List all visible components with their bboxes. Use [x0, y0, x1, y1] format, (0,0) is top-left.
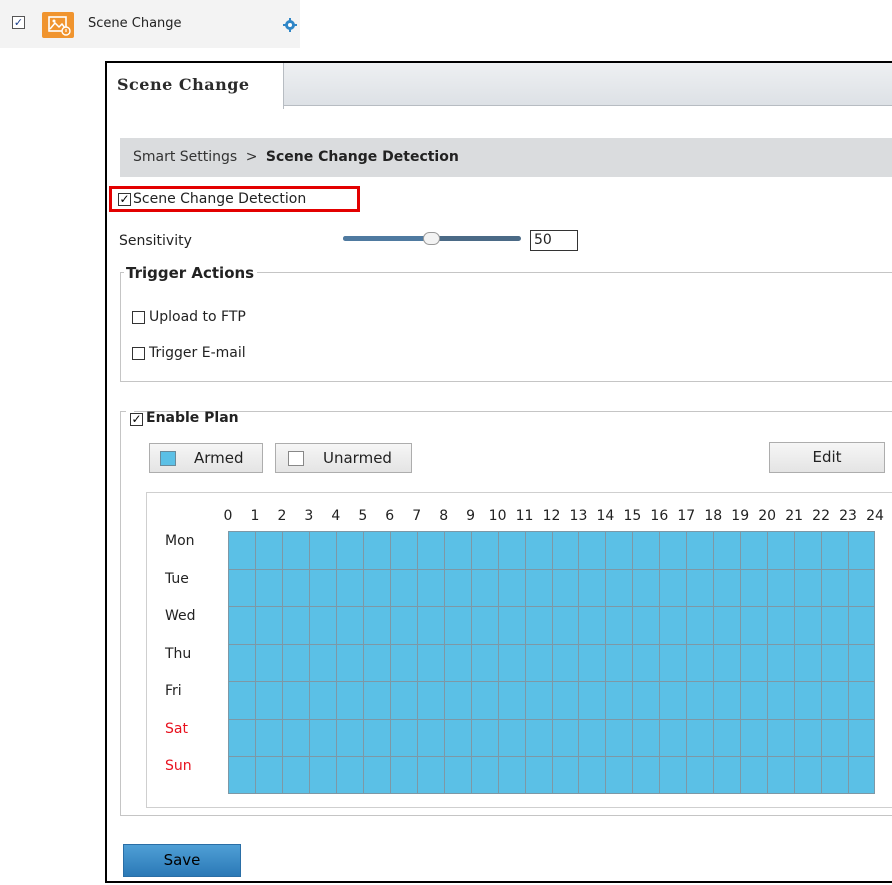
grid-column-line — [740, 532, 742, 793]
grid-row-line — [229, 718, 874, 720]
hour-label: 5 — [358, 508, 368, 524]
armed-swatch — [160, 451, 176, 466]
day-label: Sun — [165, 758, 192, 775]
hour-label: 10 — [488, 508, 507, 524]
hour-label: 2 — [277, 508, 287, 524]
grid-column-line — [848, 532, 850, 793]
image-alert-icon — [42, 12, 74, 38]
trigger-email-label: Trigger E-mail — [149, 345, 246, 361]
breadcrumb-separator: > — [245, 149, 258, 165]
grid-row-line — [229, 756, 874, 758]
grid-column-line — [578, 532, 580, 793]
unarmed-swatch — [288, 451, 304, 466]
hour-label: 4 — [331, 508, 341, 524]
sensitivity-label: Sensitivity — [119, 233, 192, 249]
grid-row-line — [229, 681, 874, 683]
day-label: Tue — [165, 570, 189, 587]
hour-label: 1 — [250, 508, 260, 524]
grid-row-line — [229, 568, 874, 570]
day-label: Mon — [165, 533, 195, 549]
hour-label: 24 — [866, 508, 884, 524]
hour-label: 0 — [223, 508, 233, 524]
day-label: Fri — [165, 683, 182, 700]
grid-column-line — [470, 532, 472, 793]
grid-column-line — [794, 532, 796, 793]
save-button[interactable]: Save — [123, 844, 241, 877]
hour-label: 23 — [839, 508, 857, 524]
grid-column-line — [362, 532, 364, 793]
hour-label: 18 — [704, 508, 723, 524]
hour-label: 21 — [785, 508, 804, 524]
grid-column-line — [335, 532, 337, 793]
grid-column-line — [254, 532, 256, 793]
tab-scene-change-label: Scene Change — [117, 75, 250, 94]
armed-label: Armed — [194, 449, 244, 467]
grid-column-line — [605, 532, 607, 793]
schedule-grid[interactable] — [228, 531, 875, 794]
grid-column-line — [524, 532, 526, 793]
hour-label: 14 — [596, 508, 615, 524]
edit-button[interactable]: Edit — [769, 442, 885, 473]
hour-label: 13 — [569, 508, 588, 524]
scene-change-detection-checkbox[interactable]: ✓ — [118, 193, 131, 206]
scene-change-enable-checkbox[interactable]: ✓ — [12, 16, 25, 29]
hour-label: 16 — [650, 508, 669, 524]
day-label: Sat — [165, 720, 188, 737]
hour-label: 20 — [758, 508, 777, 524]
breadcrumb-text: Smart Settings > Scene Change Detection — [133, 149, 459, 165]
armed-button[interactable]: Armed — [149, 443, 263, 473]
sensitivity-input[interactable]: 50 — [530, 230, 578, 251]
hour-label: 8 — [439, 508, 449, 524]
hour-label: 6 — [385, 508, 395, 524]
hour-label: 11 — [515, 508, 534, 524]
sensitivity-slider-fill — [343, 236, 433, 241]
hour-label: 7 — [412, 508, 422, 524]
grid-column-line — [632, 532, 634, 793]
grid-column-line — [497, 532, 499, 793]
breadcrumb-parent[interactable]: Smart Settings — [133, 149, 237, 165]
day-label: Thu — [165, 645, 192, 662]
enable-plan-label: Enable Plan — [146, 410, 239, 426]
grid-column-line — [713, 532, 715, 793]
grid-column-line — [389, 532, 391, 793]
grid-column-line — [821, 532, 823, 793]
trigger-actions-title: Trigger Actions — [124, 264, 258, 282]
grid-column-line — [443, 532, 445, 793]
scene-change-detection-label: Scene Change Detection — [133, 191, 307, 207]
grid-column-line — [281, 532, 283, 793]
gear-icon[interactable] — [283, 17, 297, 32]
feature-label: Scene Change — [88, 16, 182, 31]
hour-label: 3 — [304, 508, 314, 524]
breadcrumb-current: Scene Change Detection — [265, 149, 459, 165]
trigger-actions-group — [120, 272, 892, 382]
day-label: Wed — [165, 608, 196, 625]
hour-label: 12 — [542, 508, 561, 524]
hour-label: 19 — [731, 508, 750, 524]
unarmed-label: Unarmed — [323, 449, 392, 467]
hour-label: 22 — [812, 508, 830, 524]
hour-label: 17 — [677, 508, 696, 524]
grid-row-line — [229, 643, 874, 645]
grid-column-line — [551, 532, 553, 793]
hour-label: 15 — [623, 508, 642, 524]
grid-column-line — [416, 532, 418, 793]
unarmed-button[interactable]: Unarmed — [275, 443, 412, 473]
grid-column-line — [686, 532, 688, 793]
grid-column-line — [308, 532, 310, 793]
grid-row-line — [229, 606, 874, 608]
hour-axis: 0 1 2 3 4 5 6 7 8 9 10 11 12 13 14 15 16 17 18 19 20 21 22 23 24 — [215, 508, 892, 528]
upload-ftp-label: Upload to FTP — [149, 309, 246, 325]
upload-ftp-checkbox[interactable] — [132, 311, 145, 324]
hour-label: 9 — [466, 508, 476, 524]
trigger-email-checkbox[interactable] — [132, 347, 145, 360]
sensitivity-slider-handle[interactable] — [423, 232, 440, 245]
grid-column-line — [767, 532, 769, 793]
enable-plan-checkbox[interactable]: ✓ — [130, 413, 143, 426]
grid-column-line — [659, 532, 661, 793]
